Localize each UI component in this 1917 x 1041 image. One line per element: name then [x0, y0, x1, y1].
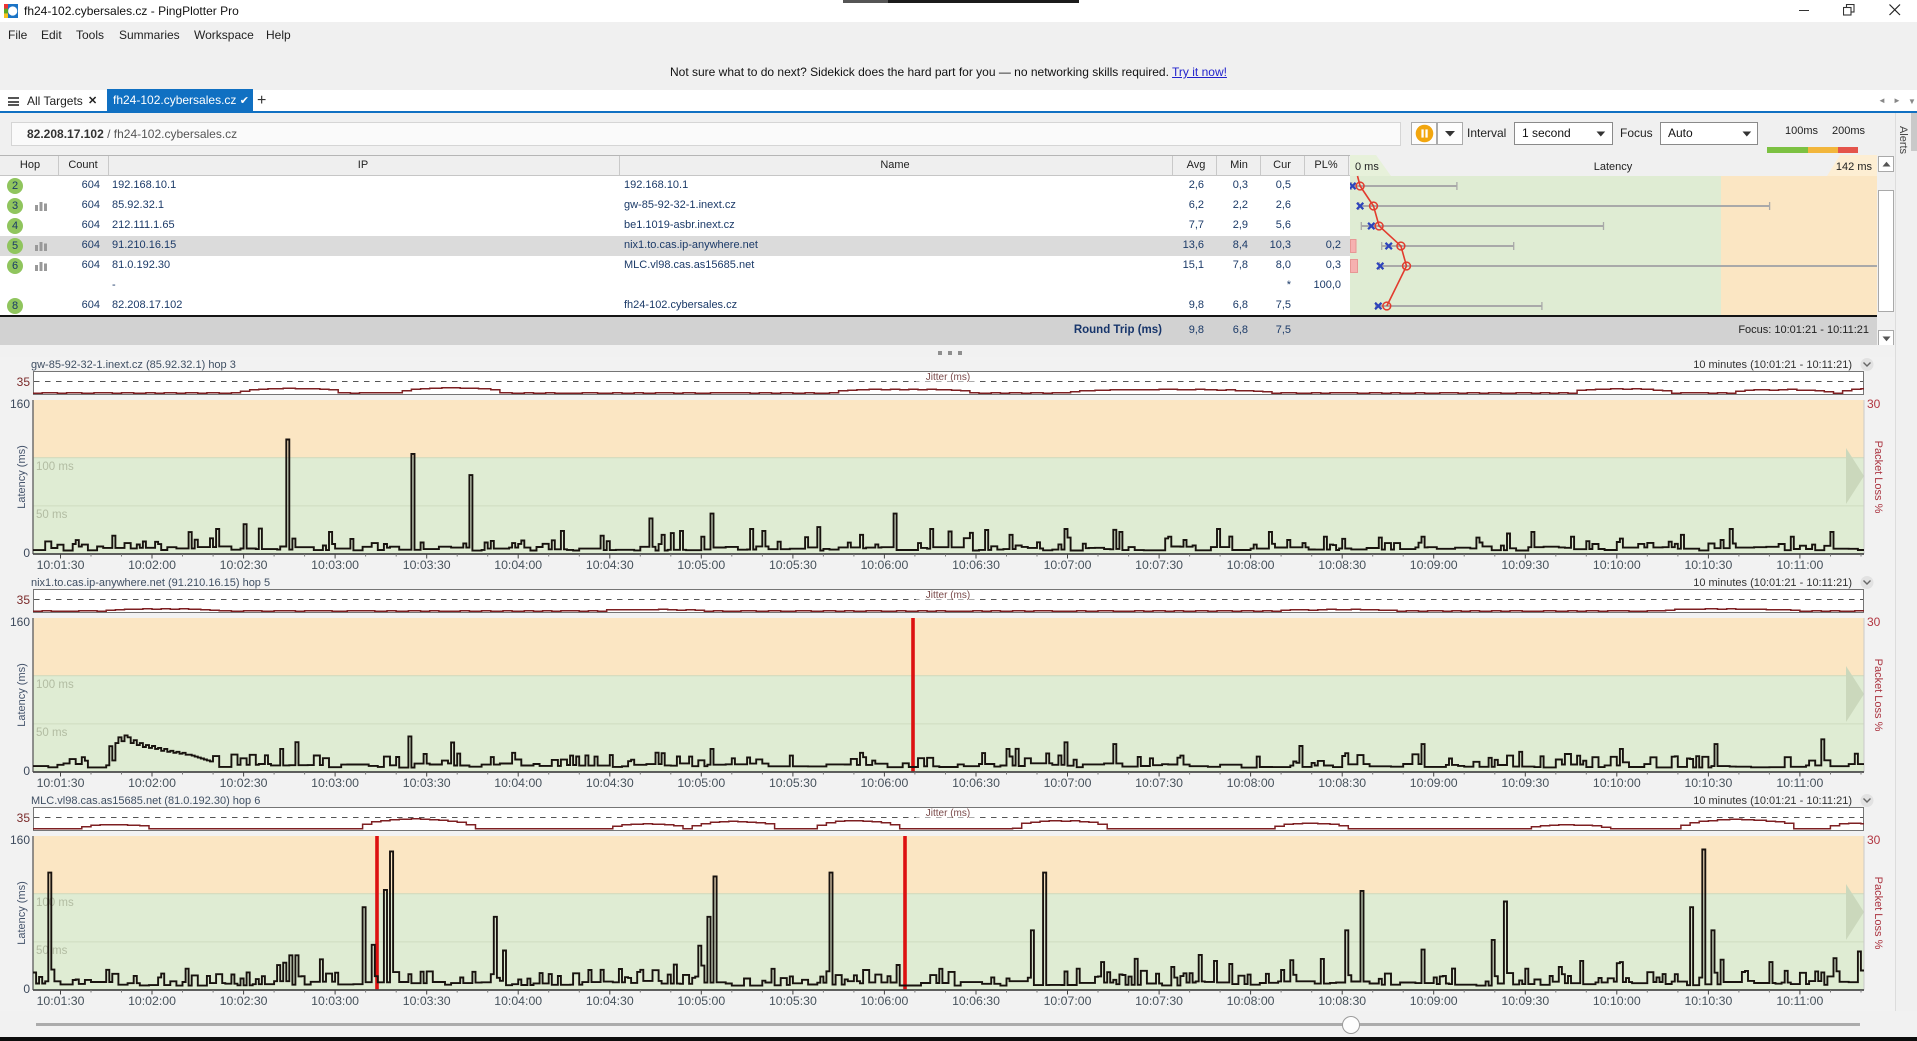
svg-text:10:06:30: 10:06:30 — [952, 776, 1000, 790]
svg-text:Packet Loss %: Packet Loss % — [1872, 659, 1884, 732]
svg-text:10:02:00: 10:02:00 — [128, 994, 176, 1008]
svg-text:142 ms: 142 ms — [1836, 161, 1873, 173]
svg-text:10:04:30: 10:04:30 — [586, 994, 634, 1008]
svg-text:10:11:00: 10:11:00 — [1776, 776, 1823, 790]
svg-text:10:10:00: 10:10:00 — [1593, 994, 1641, 1008]
svg-text:10:11:00: 10:11:00 — [1776, 994, 1823, 1008]
svg-text:10:01:30: 10:01:30 — [37, 776, 85, 790]
svg-text:35: 35 — [17, 811, 31, 825]
svg-text:10:08:30: 10:08:30 — [1318, 776, 1366, 790]
svg-text:10:04:00: 10:04:00 — [494, 994, 542, 1008]
svg-text:35: 35 — [17, 375, 31, 389]
svg-text:10:08:00: 10:08:00 — [1227, 776, 1275, 790]
svg-text:0 ms: 0 ms — [1355, 161, 1379, 173]
svg-text:10:03:30: 10:03:30 — [403, 558, 451, 572]
svg-text:10:09:30: 10:09:30 — [1501, 558, 1549, 572]
svg-text:10:03:00: 10:03:00 — [311, 994, 359, 1008]
svg-text:10:02:30: 10:02:30 — [220, 776, 268, 790]
svg-text:10:05:30: 10:05:30 — [769, 994, 817, 1008]
svg-text:10:02:30: 10:02:30 — [220, 994, 268, 1008]
svg-text:0: 0 — [23, 764, 30, 778]
svg-text:10:09:00: 10:09:00 — [1410, 776, 1458, 790]
svg-text:Latency (ms): Latency (ms) — [16, 445, 28, 509]
svg-text:50 ms: 50 ms — [36, 727, 68, 739]
svg-text:gw-85-92-32-1.inext.cz (85.92.: gw-85-92-32-1.inext.cz (85.92.32.1) hop … — [31, 359, 236, 371]
svg-text:10 minutes (10:01:21 - 10:11:2: 10 minutes (10:01:21 - 10:11:21) — [1693, 577, 1852, 589]
svg-text:10:08:00: 10:08:00 — [1227, 994, 1275, 1008]
svg-text:10:01:30: 10:01:30 — [37, 558, 85, 572]
svg-text:10:01:30: 10:01:30 — [37, 994, 85, 1008]
svg-text:Latency: Latency — [1594, 161, 1633, 173]
svg-text:10 minutes (10:01:21 - 10:11:2: 10 minutes (10:01:21 - 10:11:21) — [1693, 795, 1852, 807]
svg-text:Latency (ms): Latency (ms) — [16, 663, 28, 727]
svg-text:10:07:00: 10:07:00 — [1044, 558, 1092, 572]
svg-text:10:03:00: 10:03:00 — [311, 558, 359, 572]
svg-text:30: 30 — [1867, 615, 1881, 629]
svg-text:10:03:30: 10:03:30 — [403, 776, 451, 790]
svg-text:10:05:00: 10:05:00 — [677, 994, 725, 1008]
svg-text:10:06:00: 10:06:00 — [860, 558, 908, 572]
svg-text:Latency (ms): Latency (ms) — [16, 881, 28, 945]
svg-text:10:10:00: 10:10:00 — [1593, 558, 1641, 572]
svg-text:10:07:30: 10:07:30 — [1135, 776, 1183, 790]
svg-text:10:05:30: 10:05:30 — [769, 558, 817, 572]
svg-text:10:07:00: 10:07:00 — [1044, 776, 1092, 790]
svg-text:50 ms: 50 ms — [36, 509, 68, 521]
svg-text:100 ms: 100 ms — [36, 461, 74, 473]
svg-text:100 ms: 100 ms — [36, 897, 74, 909]
svg-text:Jitter (ms): Jitter (ms) — [926, 590, 970, 601]
svg-text:10:05:30: 10:05:30 — [769, 776, 817, 790]
svg-text:10:07:30: 10:07:30 — [1135, 994, 1183, 1008]
svg-text:10:04:00: 10:04:00 — [494, 776, 542, 790]
svg-text:Jitter (ms): Jitter (ms) — [926, 372, 970, 383]
svg-text:10:03:30: 10:03:30 — [403, 994, 451, 1008]
svg-text:30: 30 — [1867, 833, 1881, 847]
svg-text:10:05:00: 10:05:00 — [677, 776, 725, 790]
svg-text:0: 0 — [23, 982, 30, 996]
svg-text:10:04:30: 10:04:30 — [586, 776, 634, 790]
svg-text:10:03:00: 10:03:00 — [311, 776, 359, 790]
svg-text:10:07:00: 10:07:00 — [1044, 994, 1092, 1008]
svg-text:10:07:30: 10:07:30 — [1135, 558, 1183, 572]
svg-text:10:10:30: 10:10:30 — [1684, 994, 1732, 1008]
svg-text:10:10:30: 10:10:30 — [1684, 776, 1732, 790]
svg-text:10:04:00: 10:04:00 — [494, 558, 542, 572]
svg-text:10:08:30: 10:08:30 — [1318, 558, 1366, 572]
svg-text:Packet Loss %: Packet Loss % — [1872, 441, 1884, 514]
svg-text:35: 35 — [17, 593, 31, 607]
svg-text:10:02:30: 10:02:30 — [220, 558, 268, 572]
svg-text:100 ms: 100 ms — [36, 679, 74, 691]
svg-text:nix1.to.cas.ip-anywhere.net (9: nix1.to.cas.ip-anywhere.net (91.210.16.1… — [31, 577, 270, 589]
svg-text:10:09:30: 10:09:30 — [1501, 994, 1549, 1008]
svg-text:160: 160 — [10, 615, 30, 629]
svg-text:160: 160 — [10, 833, 30, 847]
svg-text:Jitter (ms): Jitter (ms) — [926, 808, 970, 819]
svg-text:30: 30 — [1867, 397, 1881, 411]
svg-text:10:06:00: 10:06:00 — [860, 994, 908, 1008]
svg-text:10:08:30: 10:08:30 — [1318, 994, 1366, 1008]
svg-text:10:09:00: 10:09:00 — [1410, 994, 1458, 1008]
svg-text:10:04:30: 10:04:30 — [586, 558, 634, 572]
svg-text:10:11:00: 10:11:00 — [1776, 558, 1823, 572]
svg-text:10:10:30: 10:10:30 — [1684, 558, 1732, 572]
svg-text:10:06:00: 10:06:00 — [860, 776, 908, 790]
svg-text:10:10:00: 10:10:00 — [1593, 776, 1641, 790]
svg-text:0: 0 — [23, 546, 30, 560]
svg-text:10:09:00: 10:09:00 — [1410, 558, 1458, 572]
svg-text:10:02:00: 10:02:00 — [128, 558, 176, 572]
svg-text:10:09:30: 10:09:30 — [1501, 776, 1549, 790]
svg-text:10:06:30: 10:06:30 — [952, 558, 1000, 572]
svg-text:160: 160 — [10, 397, 30, 411]
svg-text:Packet Loss %: Packet Loss % — [1872, 877, 1884, 950]
svg-text:10:05:00: 10:05:00 — [677, 558, 725, 572]
svg-text:10:02:00: 10:02:00 — [128, 776, 176, 790]
svg-text:MLC.vl98.cas.as15685.net (81.0: MLC.vl98.cas.as15685.net (81.0.192.30) h… — [31, 795, 260, 807]
svg-text:10 minutes (10:01:21 - 10:11:2: 10 minutes (10:01:21 - 10:11:21) — [1693, 359, 1852, 371]
svg-text:10:08:00: 10:08:00 — [1227, 558, 1275, 572]
svg-text:10:06:30: 10:06:30 — [952, 994, 1000, 1008]
